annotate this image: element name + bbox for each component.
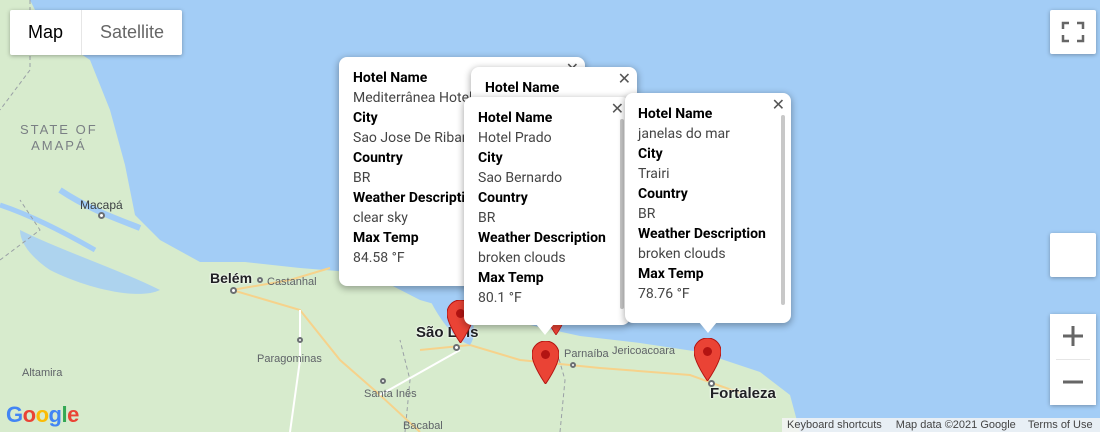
sao-luis-dot — [453, 344, 460, 351]
parnaiba-label: Parnaíba — [564, 348, 609, 360]
castanhal-dot — [257, 277, 263, 283]
marker-trairi[interactable] — [694, 338, 721, 381]
hotel-name-value: Hotel Prado — [478, 130, 552, 146]
info-window-4: ✕ Hotel Name janelas do mar City Trairi … — [625, 93, 791, 323]
temp-key: Max Temp — [638, 266, 704, 282]
fullscreen-button[interactable] — [1050, 10, 1096, 54]
fortaleza-label: Fortaleza — [710, 385, 776, 402]
santa-ines-dot — [380, 378, 386, 384]
map-footer: Keyboard shortcuts Map data ©2021 Google… — [782, 418, 1100, 432]
paragominas-dot — [297, 337, 303, 343]
parnaiba-dot — [570, 362, 576, 368]
satellite-button[interactable]: Satellite — [81, 10, 182, 55]
city-value: Sao Bernardo — [478, 170, 563, 186]
map-data-credit: Map data ©2021 Google — [895, 419, 1016, 431]
castanhal-label: Castanhal — [267, 276, 317, 288]
city-value: Trairi — [638, 166, 670, 182]
jericoacoara-label: Jericoacoara — [612, 345, 675, 357]
map-type-control: Map Satellite — [10, 10, 183, 55]
hotel-name-key: Hotel Name — [638, 106, 713, 122]
zoom-in-icon[interactable] — [1050, 314, 1096, 359]
fullscreen-icon — [1061, 21, 1085, 43]
close-icon[interactable]: ✕ — [618, 71, 631, 87]
close-icon[interactable]: ✕ — [611, 101, 624, 117]
macapa-label: Macapá — [80, 198, 123, 212]
temp-key: Max Temp — [478, 270, 544, 286]
info-window-3: ✕ Hotel Name Hotel Prado City Sao Bernar… — [464, 97, 630, 325]
zoom-out-icon[interactable] — [1050, 360, 1096, 405]
belem-dot — [230, 287, 237, 294]
temp-value: 78.76 °F — [638, 286, 690, 302]
hotel-name-value: janelas do mar — [638, 126, 730, 142]
close-icon[interactable]: ✕ — [772, 97, 785, 113]
map-canvas[interactable]: STATE OF AMAPÁ Macapá Belém Castanhal São… — [0, 0, 1100, 432]
scrollbar[interactable] — [781, 115, 785, 305]
country-value: BR — [638, 206, 656, 222]
zoom-control — [1050, 314, 1096, 405]
altamira-label: Altamira — [22, 367, 63, 379]
scrollbar[interactable] — [620, 119, 624, 309]
zoom-icons — [1050, 314, 1096, 405]
map-button[interactable]: Map — [10, 10, 81, 55]
terms-link[interactable]: Terms of Use — [1028, 419, 1093, 431]
macapa-dot — [98, 212, 105, 219]
country-key: Country — [638, 186, 688, 202]
hotel-name-key: Hotel Name — [478, 110, 553, 126]
paragominas-label: Paragominas — [257, 353, 322, 365]
country-key: Country — [478, 190, 528, 206]
street-view-button[interactable] — [1050, 233, 1096, 277]
santa-ines-label: Santa Inês — [364, 388, 417, 400]
bacabal-label: Bacabal — [403, 420, 443, 432]
weather-value: broken clouds — [638, 246, 726, 262]
fortaleza-dot — [708, 380, 715, 387]
state-label: STATE OF AMAPÁ — [20, 122, 98, 153]
marker-sao-bernardo[interactable] — [532, 341, 559, 384]
keyboard-shortcuts-link[interactable]: Keyboard shortcuts — [787, 419, 882, 431]
belem-label: Belém — [210, 270, 253, 286]
city-key: City — [478, 150, 503, 166]
city-key: City — [638, 146, 663, 162]
hotel-name-key: Hotel Name — [485, 80, 560, 96]
weather-key: Weather Description — [638, 226, 766, 242]
country-value: BR — [478, 210, 496, 226]
weather-key: Weather Description — [478, 230, 606, 246]
info-window-3-tail — [536, 324, 554, 335]
google-logo: Google — [6, 402, 79, 427]
weather-value: broken clouds — [478, 250, 566, 266]
temp-value: 80.1 °F — [478, 290, 522, 306]
info-window-4-tail — [699, 322, 717, 333]
